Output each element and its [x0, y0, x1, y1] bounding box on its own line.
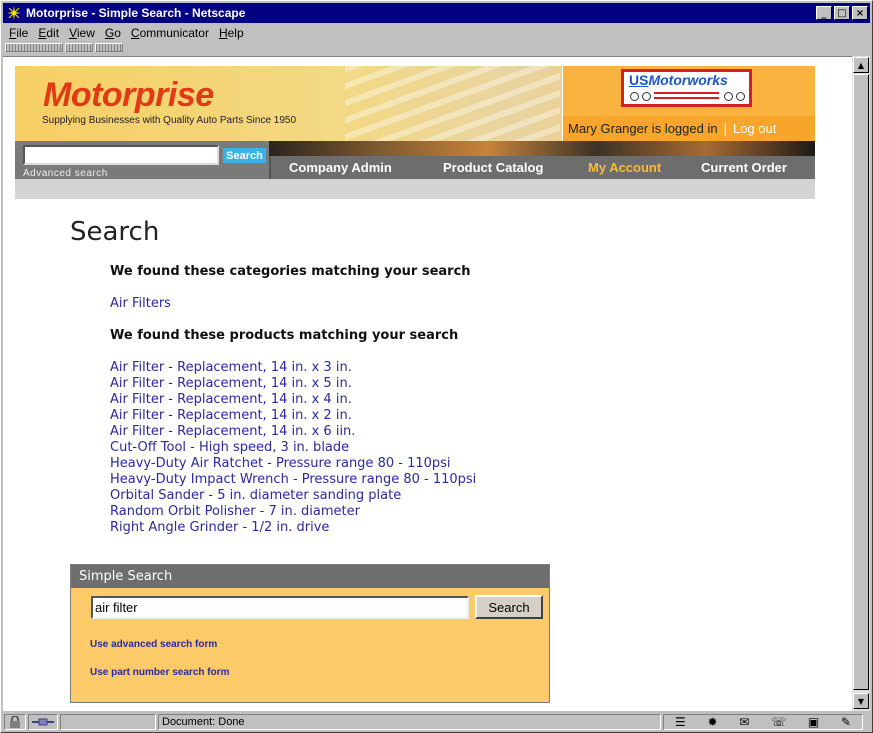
security-lock-icon[interactable]: [4, 714, 26, 730]
top-search-input[interactable]: [23, 145, 219, 165]
minimize-button[interactable]: _: [816, 6, 832, 20]
discussion-icon[interactable]: ☏: [771, 715, 786, 729]
top-search-button[interactable]: Search: [223, 148, 266, 163]
partner-logo-text: USMotorworks: [629, 72, 728, 88]
top-search-bar: Search Advanced search: [15, 141, 269, 179]
product-link[interactable]: Air Filter - Replacement, 14 in. x 4 in.: [110, 392, 352, 407]
menu-file[interactable]: File: [9, 26, 28, 40]
partner-logo: USMotorworks: [621, 69, 752, 107]
product-link[interactable]: Orbital Sander - 5 in. diameter sanding …: [110, 488, 401, 503]
page-viewport: Motorprise Supplying Businesses with Qua…: [3, 56, 853, 711]
scroll-thumb[interactable]: [853, 74, 869, 690]
nav-product-catalog[interactable]: Product Catalog: [443, 160, 543, 175]
navigation-toolbar-grip[interactable]: [5, 43, 63, 52]
product-link[interactable]: Random Orbit Polisher - 7 in. diameter: [110, 504, 360, 519]
nav-banner-photo: [269, 141, 815, 156]
nav-current-order[interactable]: Current Order: [701, 160, 787, 175]
window-title: Motorprise - Simple Search - Netscape: [26, 6, 246, 20]
product-link[interactable]: Cut-Off Tool - High speed, 3 in. blade: [110, 440, 349, 455]
scroll-down-button[interactable]: ▼: [853, 693, 869, 709]
header-photo: [345, 66, 560, 141]
simple-search-button[interactable]: Search: [475, 595, 543, 619]
partner-logo-area: USMotorworks: [562, 66, 815, 116]
composer-icon[interactable]: ▣: [808, 715, 819, 729]
status-bar: Document: Done ☰ ✹ ✉ ☏ ▣ ✎: [3, 712, 870, 732]
user-bar-separator: |: [723, 121, 727, 136]
user-status: Mary Granger is logged in: [568, 121, 718, 136]
netscape-icon: [6, 5, 22, 21]
advanced-search-form-link[interactable]: Use advanced search form: [90, 639, 217, 650]
product-link[interactable]: Right Angle Grinder - 1/2 in. drive: [110, 520, 329, 535]
site-header: Motorprise Supplying Businesses with Qua…: [15, 66, 815, 141]
logout-link[interactable]: Log out: [733, 121, 776, 136]
scroll-up-button[interactable]: ▲: [853, 57, 869, 73]
navigator-icon[interactable]: ☰: [675, 715, 686, 729]
site-tagline: Supplying Businesses with Quality Auto P…: [42, 115, 297, 126]
communicator-icon[interactable]: ✹: [707, 715, 717, 729]
nav-company-admin[interactable]: Company Admin: [289, 160, 392, 175]
menu-view[interactable]: View: [69, 26, 95, 40]
edit-icon[interactable]: ✎: [841, 715, 851, 729]
product-link[interactable]: Heavy-Duty Air Ratchet - Pressure range …: [110, 456, 451, 471]
maximize-button[interactable]: □: [834, 6, 850, 20]
part-number-search-link[interactable]: Use part number search form: [90, 667, 230, 678]
menu-help[interactable]: Help: [219, 26, 244, 40]
menu-bar: File Edit View Go Communicator Help: [3, 23, 870, 43]
title-bar: Motorprise - Simple Search - Netscape _ …: [3, 3, 870, 23]
main-nav: Company Admin Product Catalog My Account…: [269, 156, 815, 179]
simple-search-box: Simple Search air filter Search Use adva…: [70, 564, 550, 703]
personal-toolbar-grip[interactable]: [95, 43, 123, 52]
advanced-search-link[interactable]: Advanced search: [23, 168, 108, 179]
status-text: Document: Done: [158, 714, 661, 730]
nav-my-account[interactable]: My Account: [588, 160, 661, 175]
simple-search-input[interactable]: air filter: [91, 596, 469, 619]
menu-communicator[interactable]: Communicator: [131, 26, 209, 40]
product-link[interactable]: Air Filter - Replacement, 14 in. x 6 iin…: [110, 424, 355, 439]
categories-heading: We found these categories matching your …: [110, 264, 471, 279]
category-link[interactable]: Air Filters: [110, 296, 171, 311]
mailbox-icon[interactable]: ✉: [739, 715, 749, 729]
browser-window: Motorprise - Simple Search - Netscape _ …: [0, 0, 873, 733]
simple-search-heading: Simple Search: [71, 565, 549, 588]
user-bar: Mary Granger is logged in | Log out: [562, 116, 815, 141]
page-title: Search: [70, 217, 160, 247]
product-link[interactable]: Heavy-Duty Impact Wrench - Pressure rang…: [110, 472, 476, 487]
site-logo[interactable]: Motorprise: [43, 76, 214, 115]
product-link[interactable]: Air Filter - Replacement, 14 in. x 2 in.: [110, 408, 352, 423]
product-link[interactable]: Air Filter - Replacement, 14 in. x 3 in.: [110, 360, 352, 375]
progress-bar: [60, 714, 156, 730]
close-button[interactable]: ×: [852, 6, 868, 20]
component-bar: ☰ ✹ ✉ ☏ ▣ ✎: [663, 714, 863, 730]
menu-edit[interactable]: Edit: [38, 26, 59, 40]
location-toolbar-grip[interactable]: [65, 43, 93, 52]
menu-go[interactable]: Go: [105, 26, 121, 40]
connection-icon: [28, 714, 58, 730]
vertical-scrollbar[interactable]: ▲ ▼: [852, 56, 870, 711]
toolbar-grips: [5, 43, 130, 53]
product-link[interactable]: Air Filter - Replacement, 14 in. x 5 in.: [110, 376, 352, 391]
products-heading: We found these products matching your se…: [110, 328, 459, 343]
gray-band: [15, 179, 815, 199]
